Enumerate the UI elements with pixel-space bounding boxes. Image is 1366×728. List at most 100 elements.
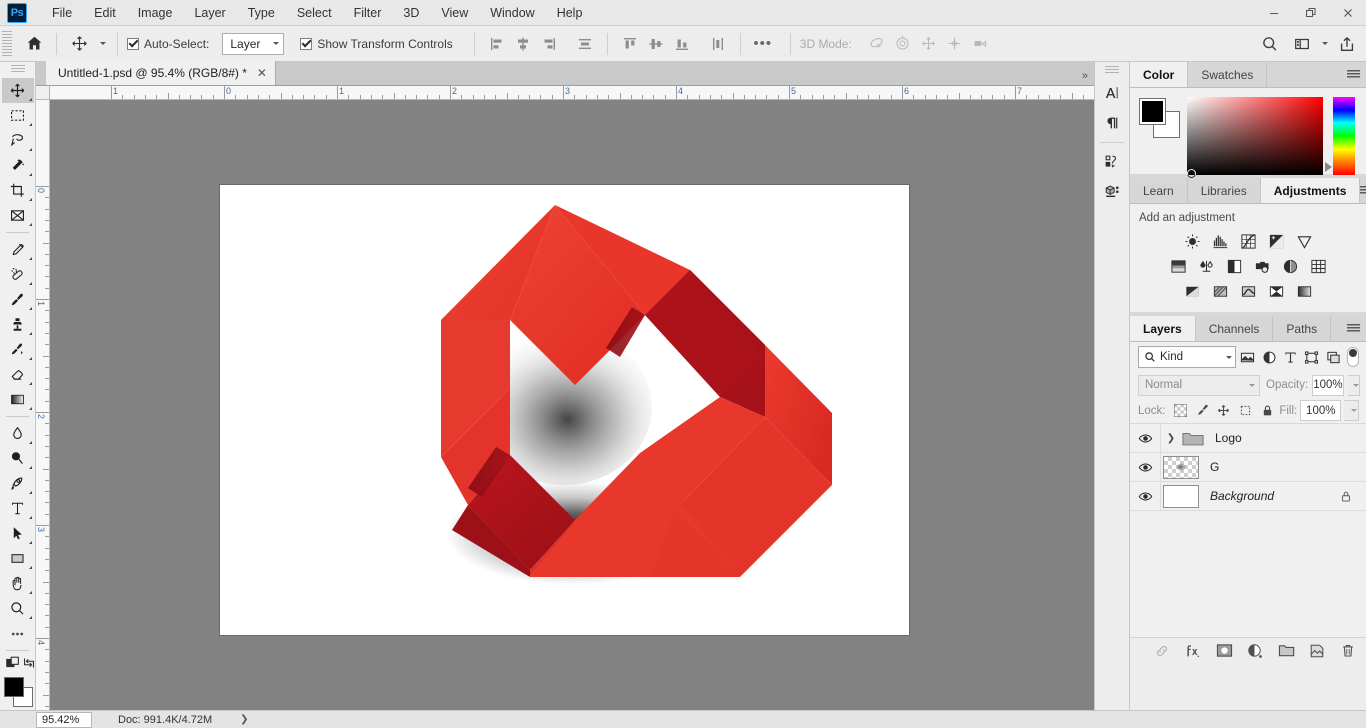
layer-visibility-toggle[interactable] bbox=[1130, 482, 1160, 511]
more-options-button[interactable]: ••• bbox=[750, 31, 776, 57]
camera-3d-icon[interactable] bbox=[968, 31, 994, 57]
curves-icon[interactable] bbox=[1239, 232, 1258, 251]
layer-name[interactable]: Logo bbox=[1215, 431, 1366, 445]
gradient-map-icon[interactable] bbox=[1267, 282, 1286, 301]
color-lookup-icon[interactable] bbox=[1309, 257, 1328, 276]
menu-edit[interactable]: Edit bbox=[83, 0, 127, 26]
crop-tool[interactable] bbox=[2, 178, 34, 203]
threshold-icon[interactable] bbox=[1239, 282, 1258, 301]
align-bottom-edges-icon[interactable] bbox=[669, 31, 695, 57]
new-adjustment-layer-icon[interactable] bbox=[1246, 642, 1264, 660]
color-swatches[interactable] bbox=[2, 677, 34, 707]
invert-icon[interactable] bbox=[1183, 282, 1202, 301]
type-tool[interactable] bbox=[2, 496, 34, 521]
workspace-icon[interactable] bbox=[1289, 31, 1315, 57]
chevron-down-icon[interactable] bbox=[1315, 31, 1330, 57]
levels-icon[interactable] bbox=[1211, 232, 1230, 251]
move-tool-icon[interactable] bbox=[66, 31, 92, 57]
layer-name[interactable]: Background bbox=[1210, 489, 1340, 503]
filter-adjustment-icon[interactable] bbox=[1259, 346, 1278, 368]
hue-saturation-icon[interactable] bbox=[1169, 257, 1188, 276]
delete-layer-icon[interactable] bbox=[1339, 642, 1357, 660]
color-panel-foreground-swatch[interactable] bbox=[1139, 98, 1166, 125]
auto-select-scope-dropdown[interactable]: Layer bbox=[222, 32, 285, 55]
menu-file[interactable]: File bbox=[41, 0, 83, 26]
blend-mode-dropdown[interactable]: Normal bbox=[1138, 374, 1260, 396]
layer-row-background[interactable]: Background bbox=[1130, 481, 1366, 511]
layer-list-empty-area[interactable] bbox=[1130, 511, 1366, 637]
glyphs-panel-icon[interactable] bbox=[1098, 148, 1126, 176]
home-icon[interactable] bbox=[21, 31, 47, 57]
tab-libraries[interactable]: Libraries bbox=[1187, 178, 1261, 203]
eyedropper-tool[interactable] bbox=[2, 237, 34, 262]
status-bar-expand-icon[interactable]: ❯ bbox=[240, 714, 248, 725]
layer-name[interactable]: G bbox=[1210, 460, 1366, 474]
menu-3d[interactable]: 3D bbox=[392, 0, 430, 26]
minimize-button[interactable] bbox=[1255, 0, 1292, 26]
rectangular-marquee-tool[interactable] bbox=[2, 103, 34, 128]
hue-slider[interactable] bbox=[1325, 97, 1355, 175]
layer-visibility-toggle[interactable] bbox=[1130, 453, 1160, 482]
screen-mode-toggle[interactable] bbox=[21, 655, 37, 671]
layer-thumbnail[interactable] bbox=[1163, 455, 1199, 479]
canvas-viewport[interactable] bbox=[50, 100, 1094, 710]
filter-smart-object-icon[interactable] bbox=[1324, 346, 1343, 368]
slide-3d-icon[interactable] bbox=[942, 31, 968, 57]
character-panel-icon[interactable] bbox=[1098, 79, 1126, 107]
pen-tool[interactable] bbox=[2, 471, 34, 496]
tools-panel-grip[interactable] bbox=[10, 65, 25, 74]
restore-button[interactable] bbox=[1292, 0, 1329, 26]
gradient-tool[interactable] bbox=[2, 387, 34, 412]
tab-paths[interactable]: Paths bbox=[1273, 316, 1332, 341]
tab-swatches[interactable]: Swatches bbox=[1188, 62, 1268, 87]
magic-wand-tool[interactable] bbox=[2, 153, 34, 178]
layers-panel-menu-icon[interactable] bbox=[1340, 316, 1366, 341]
color-field[interactable] bbox=[1187, 97, 1323, 178]
tab-channels[interactable]: Channels bbox=[1195, 316, 1274, 341]
brightness-contrast-icon[interactable] bbox=[1183, 232, 1202, 251]
distribute-horizontal-icon[interactable] bbox=[572, 31, 598, 57]
lock-transparency-icon[interactable] bbox=[1172, 401, 1191, 420]
menu-type[interactable]: Type bbox=[237, 0, 286, 26]
menu-select[interactable]: Select bbox=[286, 0, 343, 26]
hand-tool[interactable] bbox=[2, 571, 34, 596]
fill-value[interactable]: 100% bbox=[1300, 400, 1342, 421]
close-icon[interactable]: ✕ bbox=[256, 66, 268, 80]
paragraph-panel-icon[interactable] bbox=[1098, 109, 1126, 137]
layer-filter-kind-dropdown[interactable]: Kind bbox=[1138, 346, 1236, 368]
path-selection-tool[interactable] bbox=[2, 521, 34, 546]
3d-panel-icon[interactable] bbox=[1098, 178, 1126, 206]
share-icon[interactable] bbox=[1334, 31, 1360, 57]
collapse-panels-icon[interactable]: » bbox=[1082, 70, 1094, 85]
tab-learn[interactable]: Learn bbox=[1130, 178, 1188, 203]
lock-image-icon[interactable] bbox=[1193, 401, 1212, 420]
edit-toolbar-button[interactable] bbox=[2, 621, 34, 646]
color-balance-icon[interactable] bbox=[1197, 257, 1216, 276]
menu-image[interactable]: Image bbox=[127, 0, 184, 26]
roll-3d-icon[interactable] bbox=[890, 31, 916, 57]
layer-thumbnail[interactable] bbox=[1163, 484, 1199, 508]
new-layer-icon[interactable] bbox=[1308, 642, 1326, 660]
menu-view[interactable]: View bbox=[430, 0, 479, 26]
tab-color[interactable]: Color bbox=[1130, 62, 1189, 87]
black-white-icon[interactable] bbox=[1225, 257, 1244, 276]
frame-tool[interactable] bbox=[2, 203, 34, 228]
clone-stamp-tool[interactable] bbox=[2, 312, 34, 337]
ruler-corner[interactable] bbox=[36, 86, 50, 100]
filter-pixel-icon[interactable] bbox=[1238, 346, 1257, 368]
filter-type-icon[interactable] bbox=[1281, 346, 1300, 368]
dodge-tool[interactable] bbox=[2, 446, 34, 471]
menu-window[interactable]: Window bbox=[479, 0, 545, 26]
selective-color-icon[interactable] bbox=[1295, 282, 1314, 301]
link-layers-icon[interactable] bbox=[1153, 642, 1171, 660]
menu-layer[interactable]: Layer bbox=[183, 0, 236, 26]
align-top-edges-icon[interactable] bbox=[617, 31, 643, 57]
color-panel-swatches[interactable] bbox=[1139, 98, 1182, 138]
rectangle-tool[interactable] bbox=[2, 546, 34, 571]
vibrance-icon[interactable] bbox=[1295, 232, 1314, 251]
opacity-value[interactable]: 100% bbox=[1312, 374, 1344, 396]
orbit-3d-icon[interactable] bbox=[864, 31, 890, 57]
channel-mixer-icon[interactable] bbox=[1281, 257, 1300, 276]
zoom-tool[interactable] bbox=[2, 596, 34, 621]
move-tool-options-chevron-icon[interactable] bbox=[92, 31, 108, 57]
